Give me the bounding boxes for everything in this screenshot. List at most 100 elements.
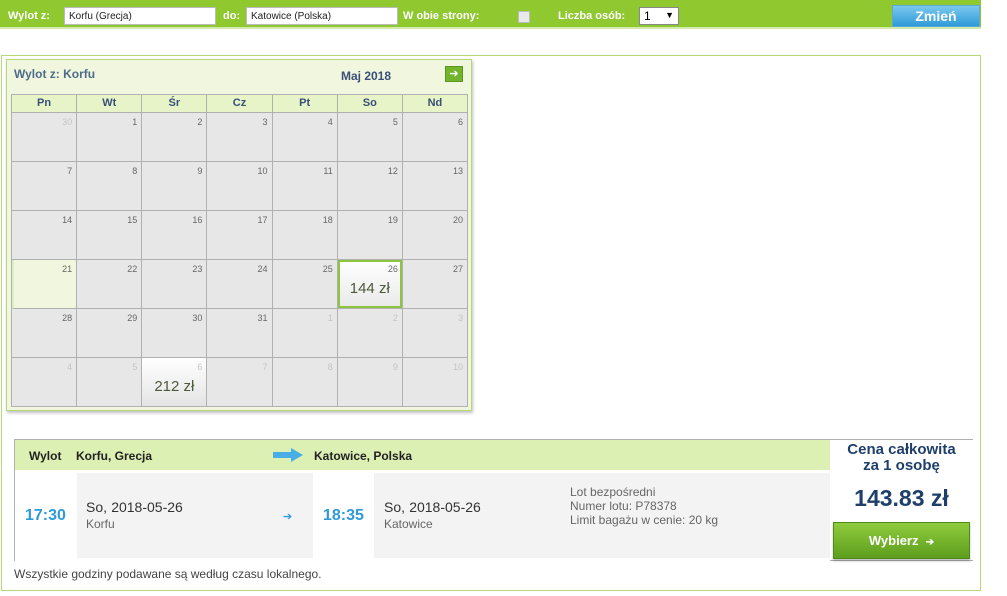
calendar-weeks: 30 1 2 3 4 5 6 7 8 9 10 11 12 13 14 15 16 17 18 19 20 21 22 23 2…: [12, 113, 468, 407]
calendar-day: 28: [12, 309, 78, 358]
day-number: 17: [257, 215, 268, 225]
day-number: 4: [67, 362, 73, 372]
calendar-weekday-header: Pn Wt Śr Cz Pt So Nd: [12, 95, 468, 113]
calendar-day: 3: [207, 113, 273, 162]
calendar-day-priced[interactable]: 26 144 zł: [337, 260, 403, 309]
calendar-day: 16: [142, 211, 208, 260]
calendar-origin-prefix: Wylot z:: [14, 67, 60, 81]
day-number: 3: [262, 117, 268, 127]
day-number: 14: [62, 215, 73, 225]
calendar-day: 14: [12, 211, 78, 260]
calendar-day: 23: [142, 260, 208, 309]
calendar-day: 9: [142, 162, 208, 211]
day-number: 15: [127, 215, 138, 225]
day-number: 20: [452, 215, 463, 225]
choose-button[interactable]: Wybierz ➔: [833, 522, 970, 559]
flight-origin: Korfu, Grecja: [76, 449, 153, 463]
day-number: 19: [387, 215, 398, 225]
calendar-day: 7: [12, 162, 78, 211]
calendar-day: 7: [207, 358, 273, 407]
day-number: 27: [452, 264, 463, 274]
calendar-grid: Pn Wt Śr Cz Pt So Nd 30 1 2 3 4 5 6 7 8 9 10 11 12 13 14 15 16…: [11, 94, 468, 407]
day-number: 8: [327, 362, 333, 372]
day-price: 212 zł: [154, 378, 195, 395]
next-month-button[interactable]: ➔: [445, 66, 463, 82]
weekday-header: So: [337, 95, 403, 113]
arrival-date: So, 2018-05-26: [384, 499, 481, 516]
day-number: 9: [392, 362, 398, 372]
day-number: 30: [62, 117, 73, 127]
calendar-day: 27: [402, 260, 468, 309]
arrival-day: So,: [384, 499, 406, 515]
weekday-header: Pt: [272, 95, 338, 113]
day-number: 23: [192, 264, 203, 274]
persons-label: Liczba osób:: [558, 10, 626, 22]
price-title-line-2: za 1 osobę: [863, 457, 940, 474]
calendar-day: 9: [337, 358, 403, 407]
calendar-day: 24: [207, 260, 273, 309]
calendar-week: 21 22 23 24 25 26 144 zł 27: [12, 260, 468, 309]
roundtrip-checkbox[interactable]: [518, 11, 530, 23]
departure-date-value: 2018-05-26: [111, 499, 183, 515]
calendar-day: 22: [77, 260, 143, 309]
flight-direct-info: Lot bezpośredni: [570, 485, 656, 499]
to-label: do:: [223, 10, 241, 22]
day-number: 24: [257, 264, 268, 274]
weekday-header: Wt: [77, 95, 143, 113]
chevron-down-icon: ▼: [665, 10, 674, 20]
day-number: 11: [323, 166, 333, 176]
calendar-day: 3: [402, 309, 468, 358]
day-number: 13: [452, 166, 463, 176]
calendar-week: 30 1 2 3 4 5 6: [12, 113, 468, 162]
day-number: 9: [197, 166, 203, 176]
choose-button-label: Wybierz: [868, 533, 919, 548]
calendar-day: 30: [142, 309, 208, 358]
calendar-day: 20: [402, 211, 468, 260]
flight-header: Wylot Korfu, Grecja Katowice, Polska: [15, 440, 830, 470]
calendar-month: Maj 2018: [341, 69, 392, 83]
weekday-header: Śr: [142, 95, 208, 113]
day-number: 4: [327, 117, 333, 127]
change-button[interactable]: Zmień: [892, 5, 980, 27]
from-label: Wylot z:: [8, 10, 50, 22]
calendar-day: 10: [207, 162, 273, 211]
day-number: 1: [132, 117, 138, 127]
persons-select[interactable]: 1 ▼: [639, 7, 679, 25]
price-title: Cena całkowita za 1 osobę: [830, 442, 973, 474]
calendar-day: 8: [77, 162, 143, 211]
timezone-note: Wszystkie godziny podawane są według cza…: [14, 567, 322, 581]
departure-city: Korfu: [86, 517, 115, 531]
to-input[interactable]: Katowice (Polska): [246, 7, 398, 25]
calendar-day: 29: [77, 309, 143, 358]
day-number: 7: [262, 362, 268, 372]
day-number: 16: [192, 215, 203, 225]
calendar-day: 6: [402, 113, 468, 162]
calendar-day-priced[interactable]: 6 212 zł: [142, 358, 208, 407]
calendar-week: 28 29 30 31 1 2 3: [12, 309, 468, 358]
price-box: Cena całkowita za 1 osobę 143.83 zł Wybi…: [830, 440, 973, 560]
persons-value: 1: [644, 9, 651, 23]
flight-offer: Wylot Korfu, Grecja Katowice, Polska 17:…: [14, 439, 973, 561]
calendar-day: 8: [272, 358, 338, 407]
calendar-day: 12: [337, 162, 403, 211]
roundtrip-label: W obie strony:: [403, 10, 480, 22]
calendar-day: 4: [272, 113, 338, 162]
calendar-day: 18: [272, 211, 338, 260]
calendar-week: 4 5 6 212 zł 7 8 9 10: [12, 358, 468, 407]
calendar-day: 11: [272, 162, 338, 211]
day-number: 3: [457, 313, 463, 323]
calendar-day: 2: [337, 309, 403, 358]
results-panel: Wylot z: Korfu Maj 2018 ➔ Pn Wt Śr Cz Pt So Nd…: [1, 55, 981, 591]
arrow-right-icon: ➔: [449, 68, 459, 80]
arrival-time: 18:35: [323, 507, 364, 524]
arrow-right-icon: ➔: [283, 511, 293, 523]
calendar-day: 13: [402, 162, 468, 211]
day-number: 6: [457, 117, 463, 127]
weekday-header: Cz: [207, 95, 273, 113]
calendar-day: 1: [272, 309, 338, 358]
departure-time: 17:30: [25, 507, 66, 524]
weekday-header: Nd: [402, 95, 468, 113]
day-number: 10: [452, 362, 463, 372]
from-input[interactable]: Korfu (Grecja): [64, 7, 216, 25]
calendar-day: 1: [77, 113, 143, 162]
